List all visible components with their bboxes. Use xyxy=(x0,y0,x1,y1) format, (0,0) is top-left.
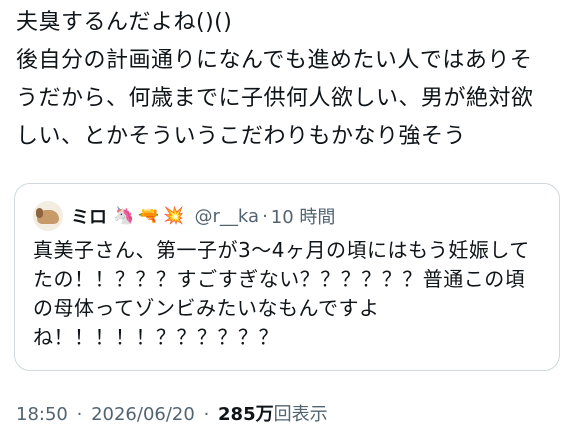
views-label: 回表示 xyxy=(273,404,328,425)
quoted-text-line: たの！！？？？すごすぎない？？？？？？普通この頃 xyxy=(33,267,526,291)
tweet-text: 夫臭するんだよね()() 後自分の計画通りになんでも進めたい人ではありそ うだか… xyxy=(16,4,568,156)
separator-dot: · xyxy=(262,205,268,227)
water-pistol-icon: 🔫 xyxy=(138,206,160,226)
quoted-timestamp[interactable]: 10 時間 xyxy=(271,203,336,229)
dog-avatar-icon[interactable] xyxy=(33,201,63,231)
unicorn-icon: 🦄 xyxy=(113,206,135,226)
separator-dot: · xyxy=(203,404,210,425)
quoted-text-line: の母体ってゾンビみたいなもんですよ xyxy=(33,296,380,320)
dog-avatar-ear xyxy=(36,208,43,218)
tweet-text-line: しい、とかそういうこだわりもかなり強そう xyxy=(16,124,467,149)
quoted-tweet[interactable]: ミロ 🦄 🔫 💥 @r__ka · 10 時間 真美子さん、第一子が3〜4ヶ月の… xyxy=(14,183,560,371)
tweet-text-line: 後自分の計画通りになんでも進めたい人ではありそ xyxy=(16,48,533,73)
quoted-tweet-text: 真美子さん、第一子が3〜4ヶ月の頃にはもう妊娠して たの！！？？？すごすぎない？… xyxy=(33,236,548,352)
post-date[interactable]: 2026/06/20 xyxy=(91,404,195,425)
tweet-text-line: うだから、何歳までに子供何人欲しい、男が絶対欲 xyxy=(16,86,534,111)
quoted-display-name[interactable]: ミロ xyxy=(71,203,107,229)
views-count[interactable]: 285万 xyxy=(218,404,274,425)
quoted-text-line: 真美子さん、第一子が3〜4ヶ月の頃にはもう妊娠して xyxy=(33,238,530,262)
quoted-tweet-header: ミロ 🦄 🔫 💥 @r__ka · 10 時間 xyxy=(33,200,335,232)
tweet-meta: 18:50 · 2026/06/20 · 285万回表示 xyxy=(16,400,328,426)
tweet-text-line: 夫臭するんだよね()() xyxy=(16,10,233,35)
separator-dot: · xyxy=(76,404,83,425)
collision-icon: 💥 xyxy=(163,206,185,226)
quoted-text-line: ね！！！！！？？？？？？ xyxy=(33,325,279,349)
post-time[interactable]: 18:50 xyxy=(16,404,68,425)
quoted-handle[interactable]: @r__ka xyxy=(195,206,260,227)
